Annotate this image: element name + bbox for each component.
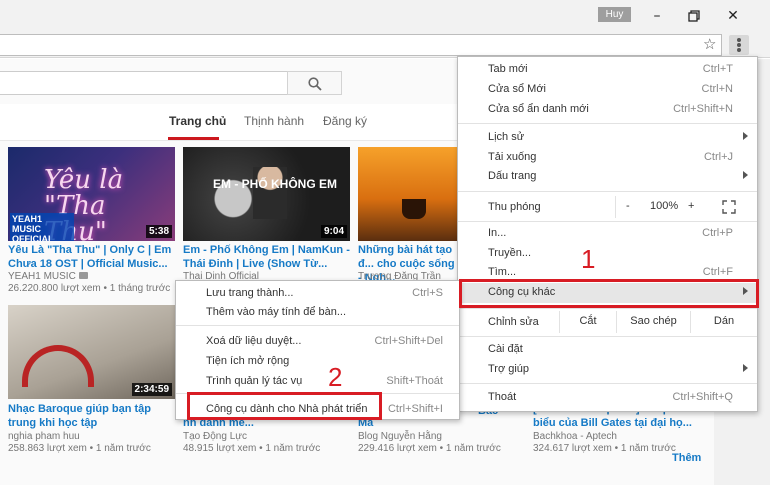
minimize-icon[interactable]: – (647, 6, 667, 26)
active-tab-indicator (168, 137, 219, 140)
menu-separator (458, 383, 757, 384)
video-stats: 48.915 lượt xem • 1 năm trước (183, 443, 321, 454)
menu-item-zoom: Thu phóng - 100% + (458, 196, 757, 218)
chevron-right-icon (743, 132, 748, 140)
menu-item-exit[interactable]: Thoát Ctrl+Shift+Q (458, 388, 757, 408)
search-button[interactable] (287, 71, 342, 95)
menu-item-new-tab[interactable]: Tab mới Ctrl+T (458, 60, 757, 80)
video-title[interactable]: Em - Phố Không Em | NamKun - Thái Đinh |… (183, 243, 351, 271)
video-thumbnail[interactable]: EM - PHỐ KHÔNG EM 9:04 (183, 147, 350, 241)
star-icon[interactable]: ☆ (703, 35, 716, 53)
menu-separator (458, 123, 757, 124)
title-bar: Huy – ✕ (0, 0, 770, 34)
highlight-dev-tools (187, 392, 382, 420)
singer-figure (253, 167, 287, 219)
menu-item-settings[interactable]: Cài đặt (458, 340, 757, 360)
video-duration: 5:38 (145, 225, 172, 238)
menu-item-help[interactable]: Trợ giúp (458, 360, 757, 380)
video-thumbnail[interactable] (358, 147, 458, 241)
menu-item-new-window[interactable]: Cửa sổ Mới Ctrl+N (458, 80, 757, 100)
menu-item-print[interactable]: In... Ctrl+P (458, 224, 757, 244)
video-title[interactable]: Nhạc Baroque giúp bạn tập trung khi học … (8, 402, 176, 430)
video-stats: 229.416 lượt xem • 1 năm trước (358, 443, 501, 454)
menu-separator (176, 325, 459, 326)
chevron-right-icon (743, 364, 748, 372)
kebab-menu-icon[interactable] (729, 35, 749, 55)
chevron-right-icon (743, 171, 748, 179)
chrome-main-menu: Tab mới Ctrl+T Cửa sổ Mới Ctrl+N Cửa sổ ẩn… (457, 56, 758, 412)
submenu-item-clear-data[interactable]: Xoá dữ liệu duyệt... Ctrl+Shift+Del (176, 332, 459, 351)
menu-item-history[interactable]: Lịch sử (458, 128, 757, 148)
tab-home[interactable]: Trang chủ (169, 114, 226, 128)
headphones-shape (22, 345, 94, 387)
menu-item-bookmarks[interactable]: Dấu trang (458, 167, 757, 187)
tab-trending[interactable]: Thịnh hành (244, 114, 304, 128)
submenu-item-save-page[interactable]: Lưu trang thành... Ctrl+S (176, 284, 459, 303)
zoom-in-button[interactable]: + (688, 200, 694, 212)
menu-separator (458, 191, 757, 192)
video-duration: 2:34:59 (131, 383, 172, 396)
menu-item-edit: Chỉnh sửa Cắt Sao chép Dán (458, 311, 757, 333)
menu-item-downloads[interactable]: Tải xuống Ctrl+J (458, 148, 757, 168)
channel-logo-badge: YEAH1 MUSIC OFFICIAL (10, 213, 74, 241)
video-stats: 324.617 lượt xem • 1 năm trước (533, 443, 676, 454)
video-title[interactable]: Yêu Là "Tha Thu" | Only C | Em Chưa 18 O… (8, 243, 176, 271)
step-number-1: 1 (581, 244, 596, 274)
submenu-item-add-desktop[interactable]: Thêm vào máy tính để bàn... (176, 303, 459, 322)
search-icon (307, 77, 322, 91)
thumbnail-overlay-text: EM - PHỐ KHÔNG EM (213, 177, 338, 191)
menu-separator (458, 308, 757, 309)
profile-name-badge[interactable]: Huy (598, 7, 631, 22)
highlight-more-tools (459, 279, 759, 308)
step-number-2: 2 (328, 362, 343, 392)
tab-subscriptions[interactable]: Đăng ký (323, 114, 367, 128)
video-stats: 26.220.800 lượt xem • 1 tháng trước (8, 283, 171, 294)
address-bar[interactable] (0, 34, 722, 56)
verified-icon (78, 272, 88, 279)
cut-button[interactable]: Cắt (559, 311, 616, 333)
submenu-item-extensions[interactable]: Tiện ích mở rộng (176, 352, 459, 371)
cup-silhouette (402, 199, 426, 219)
show-more-link[interactable]: Thêm (672, 452, 701, 464)
video-duration: 9:04 (320, 225, 347, 238)
video-thumbnail[interactable]: Yêu là "Tha Thu" YEAH1 MUSIC OFFICIAL 5:… (8, 147, 175, 241)
browser-toolbar: ☆ (0, 34, 770, 58)
menu-item-cast[interactable]: Truyền... (458, 244, 757, 264)
paste-button[interactable]: Dán (690, 311, 757, 333)
submenu-item-task-manager[interactable]: Trình quản lý tác vụ Shift+Thoát (176, 372, 459, 391)
copy-button[interactable]: Sao chép (616, 311, 690, 333)
video-thumbnail[interactable]: 2:34:59 (8, 305, 175, 399)
zoom-out-button[interactable]: - (626, 200, 630, 212)
menu-separator (458, 221, 757, 222)
fullscreen-icon[interactable] (722, 200, 736, 217)
zoom-controls: - 100% + (615, 196, 716, 218)
close-icon[interactable]: ✕ (723, 6, 743, 26)
video-stats: 258.863 lượt xem • 1 năm trước (8, 443, 151, 454)
menu-item-incognito[interactable]: Cửa sổ ẩn danh mới Ctrl+Shift+N (458, 100, 757, 120)
restore-icon[interactable] (684, 6, 704, 26)
zoom-level: 100% (650, 200, 679, 212)
menu-separator (458, 336, 757, 337)
search-input[interactable] (0, 71, 288, 95)
